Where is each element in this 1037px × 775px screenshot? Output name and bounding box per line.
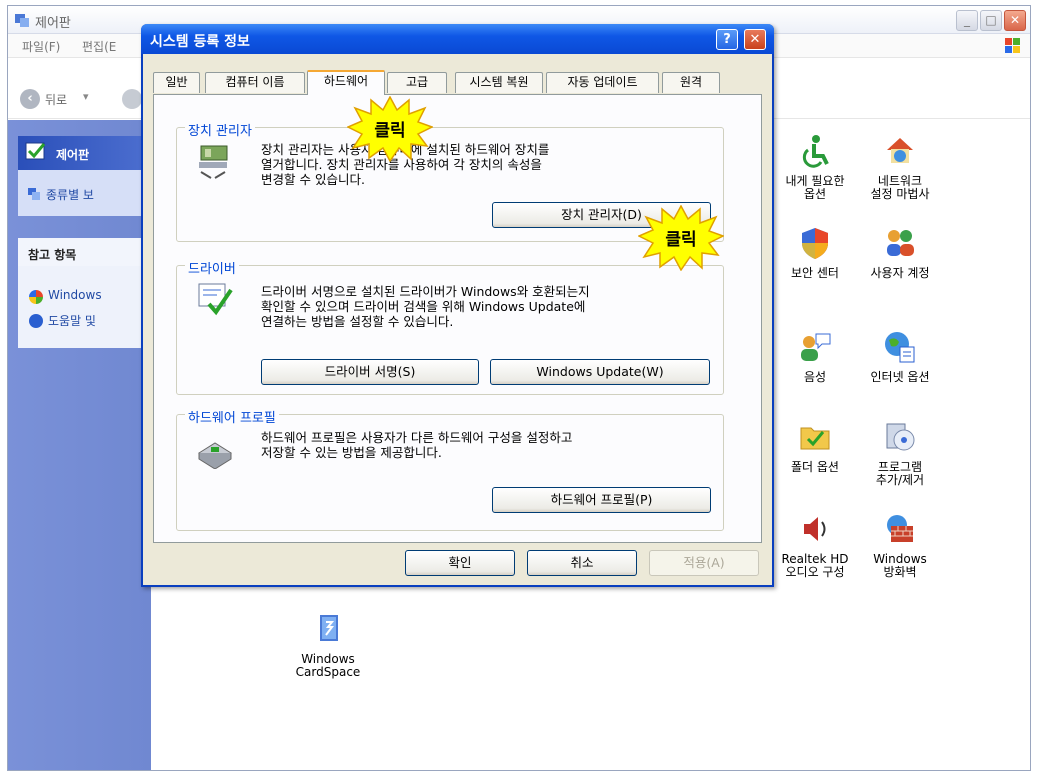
help-icon <box>29 314 43 328</box>
tab-remote[interactable]: 원격 <box>662 72 720 93</box>
drivers-group: 드라이버 드라이버 서명으로 설치된 드라이버가 Windows와 호환되는지 … <box>176 258 724 395</box>
tab-system-restore[interactable]: 시스템 복원 <box>455 72 543 93</box>
icon-cardspace[interactable]: Windows CardSpace <box>283 612 373 679</box>
hardware-profiles-group: 하드웨어 프로필 하드웨어 프로필은 사용자가 다른 하드웨어 구성을 설정하고… <box>176 407 724 531</box>
windows-update-button[interactable]: Windows Update(W) <box>490 359 710 385</box>
description-line: 연결하는 방법을 설정할 수 있습니다. <box>261 314 454 329</box>
apply-button[interactable]: 적용(A) <box>649 550 759 576</box>
close-button[interactable]: ✕ <box>1004 10 1026 31</box>
accessibility-icon <box>802 135 829 168</box>
icon-security-center[interactable]: 보안 센터 <box>770 226 860 280</box>
cancel-button[interactable]: 취소 <box>527 550 637 576</box>
icon-accessibility[interactable]: 내게 필요한 옵션 <box>770 134 860 201</box>
driver-signing-button[interactable]: 드라이버 서명(S) <box>261 359 479 385</box>
device-manager-icon <box>199 145 228 179</box>
see-also-windows-update[interactable]: Windows <box>48 288 102 302</box>
driver-signing-icon <box>198 283 233 316</box>
window-title: 제어판 <box>35 16 71 31</box>
icon-network-wizard[interactable]: 네트워크 설정 마법사 <box>855 134 945 201</box>
minimize-button[interactable]: _ <box>956 10 978 31</box>
dialog-close-button[interactable]: ✕ <box>744 29 766 50</box>
tab-hardware[interactable]: 하드웨어 <box>307 70 385 95</box>
windows-logo-icon <box>1005 38 1020 53</box>
folder-icon <box>800 427 830 450</box>
description-line: 변경할 수 있습니다. <box>261 172 365 187</box>
description-line: 드라이버 서명으로 설치된 드라이버가 Windows와 호환되는지 <box>261 284 590 299</box>
icon-realtek-audio[interactable]: Realtek HD 오디오 구성 <box>770 512 860 579</box>
globe-icon <box>885 332 915 363</box>
category-view-icon <box>28 188 40 200</box>
shield-icon <box>802 228 828 259</box>
group-title: 하드웨어 프로필 <box>185 407 279 426</box>
icon-folder-options[interactable]: 폴더 옵션 <box>770 420 860 474</box>
icon-speech[interactable]: 음성 <box>770 330 860 384</box>
callout-text: 클릭 <box>374 121 406 141</box>
group-title: 장치 관리자 <box>185 120 255 139</box>
click-callout-device-manager: 클릭 <box>637 204 725 272</box>
dialog-title-bar: 시스템 등록 정보 ? ✕ <box>141 24 774 54</box>
windows-update-icon <box>29 290 43 304</box>
icon-user-accounts[interactable]: 사용자 계정 <box>855 226 945 280</box>
description-line: 확인할 수 있으며 드라이버 검색을 위해 Windows Update에 <box>261 299 586 314</box>
menu-file[interactable]: 파일(F) <box>22 38 60 55</box>
system-properties-dialog: 시스템 등록 정보 ? ✕ 일반 컴퓨터 이름 하드웨어 고급 시스템 복원 자… <box>141 24 774 587</box>
group-title: 드라이버 <box>185 258 239 277</box>
cardspace-icon <box>320 615 338 641</box>
speaker-icon <box>804 517 826 541</box>
menu-edit[interactable]: 편집(E <box>82 38 116 55</box>
ok-button[interactable]: 확인 <box>405 550 515 576</box>
icon-windows-firewall[interactable]: Windows 방화벽 <box>855 512 945 579</box>
forward-arrow-icon[interactable] <box>122 89 142 109</box>
network-wizard-icon <box>887 138 913 163</box>
speech-icon <box>801 333 831 361</box>
maximize-button[interactable]: □ <box>980 10 1002 31</box>
click-callout-hardware-tab: 클릭 <box>346 95 434 163</box>
pane-header: 제어판 <box>18 136 151 170</box>
hardware-tab-panel: 장치 관리자 장치 관리자는 사용자 컴퓨터에 설치된 하드웨어 장치를 열거합… <box>153 94 762 543</box>
tab-general[interactable]: 일반 <box>153 72 200 93</box>
tab-advanced[interactable]: 고급 <box>387 72 447 93</box>
firewall-icon <box>887 515 913 542</box>
users-icon <box>887 230 914 256</box>
help-button[interactable]: ? <box>716 29 738 50</box>
programs-icon <box>886 423 915 451</box>
pane-title: 제어판 <box>56 148 90 162</box>
control-panel-app-icon <box>15 14 29 27</box>
description-line: 저장할 수 있는 방법을 제공합니다. <box>261 445 442 460</box>
control-panel-pane: 제어판 종류별 보 <box>18 136 151 216</box>
tab-computer-name[interactable]: 컴퓨터 이름 <box>205 72 305 93</box>
task-pane: 제어판 종류별 보 참고 항목 Windows 도움말 및 <box>8 120 151 770</box>
control-panel-icon <box>25 142 46 160</box>
tab-automatic-updates[interactable]: 자동 업데이트 <box>546 72 659 93</box>
see-also-pane: 참고 항목 Windows 도움말 및 <box>18 238 151 348</box>
pane-header: 참고 항목 <box>18 238 151 266</box>
back-arrow-icon[interactable]: ‹ <box>20 89 40 109</box>
see-also-help[interactable]: 도움말 및 <box>48 312 96 329</box>
callout-text: 클릭 <box>665 230 697 250</box>
icon-add-remove-programs[interactable]: 프로그램 추가/제거 <box>855 420 945 487</box>
back-label[interactable]: 뒤로 <box>45 91 67 108</box>
dialog-title: 시스템 등록 정보 <box>150 34 250 50</box>
category-view-link[interactable]: 종류별 보 <box>46 186 94 203</box>
hardware-profiles-button[interactable]: 하드웨어 프로필(P) <box>492 487 711 513</box>
chevron-down-icon[interactable]: ▾ <box>83 90 89 103</box>
description-line: 하드웨어 프로필은 사용자가 다른 하드웨어 구성을 설정하고 <box>261 430 573 445</box>
hardware-profile-icon <box>198 442 232 469</box>
icon-internet-options[interactable]: 인터넷 옵션 <box>855 330 945 384</box>
pane-title: 참고 항목 <box>28 248 77 262</box>
